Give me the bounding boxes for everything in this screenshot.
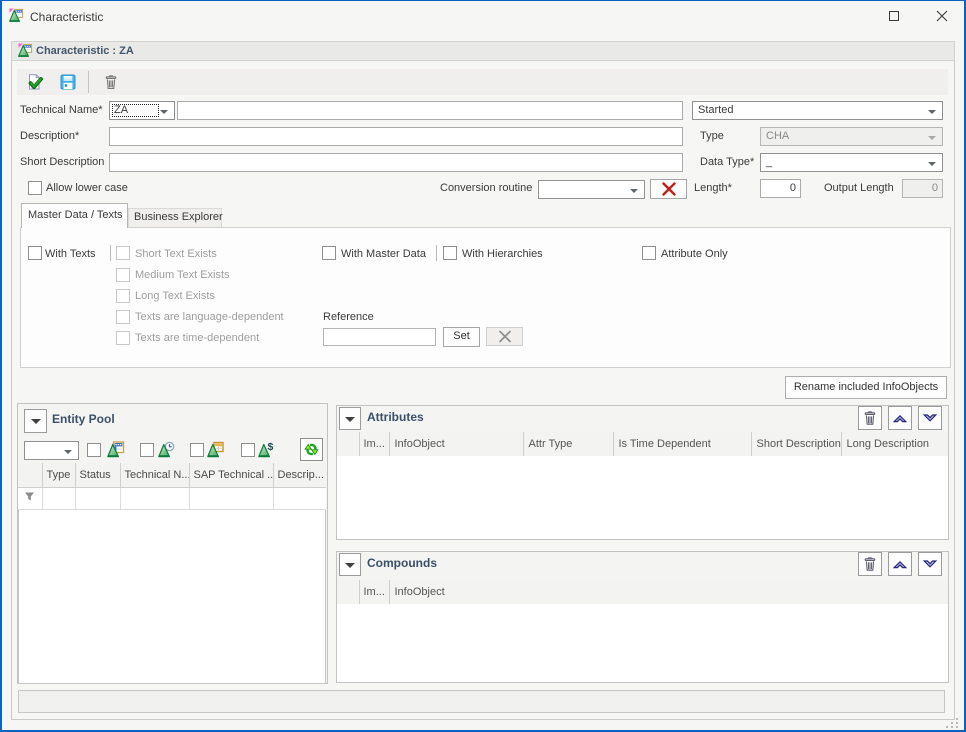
svg-text:$: $ <box>268 441 274 453</box>
